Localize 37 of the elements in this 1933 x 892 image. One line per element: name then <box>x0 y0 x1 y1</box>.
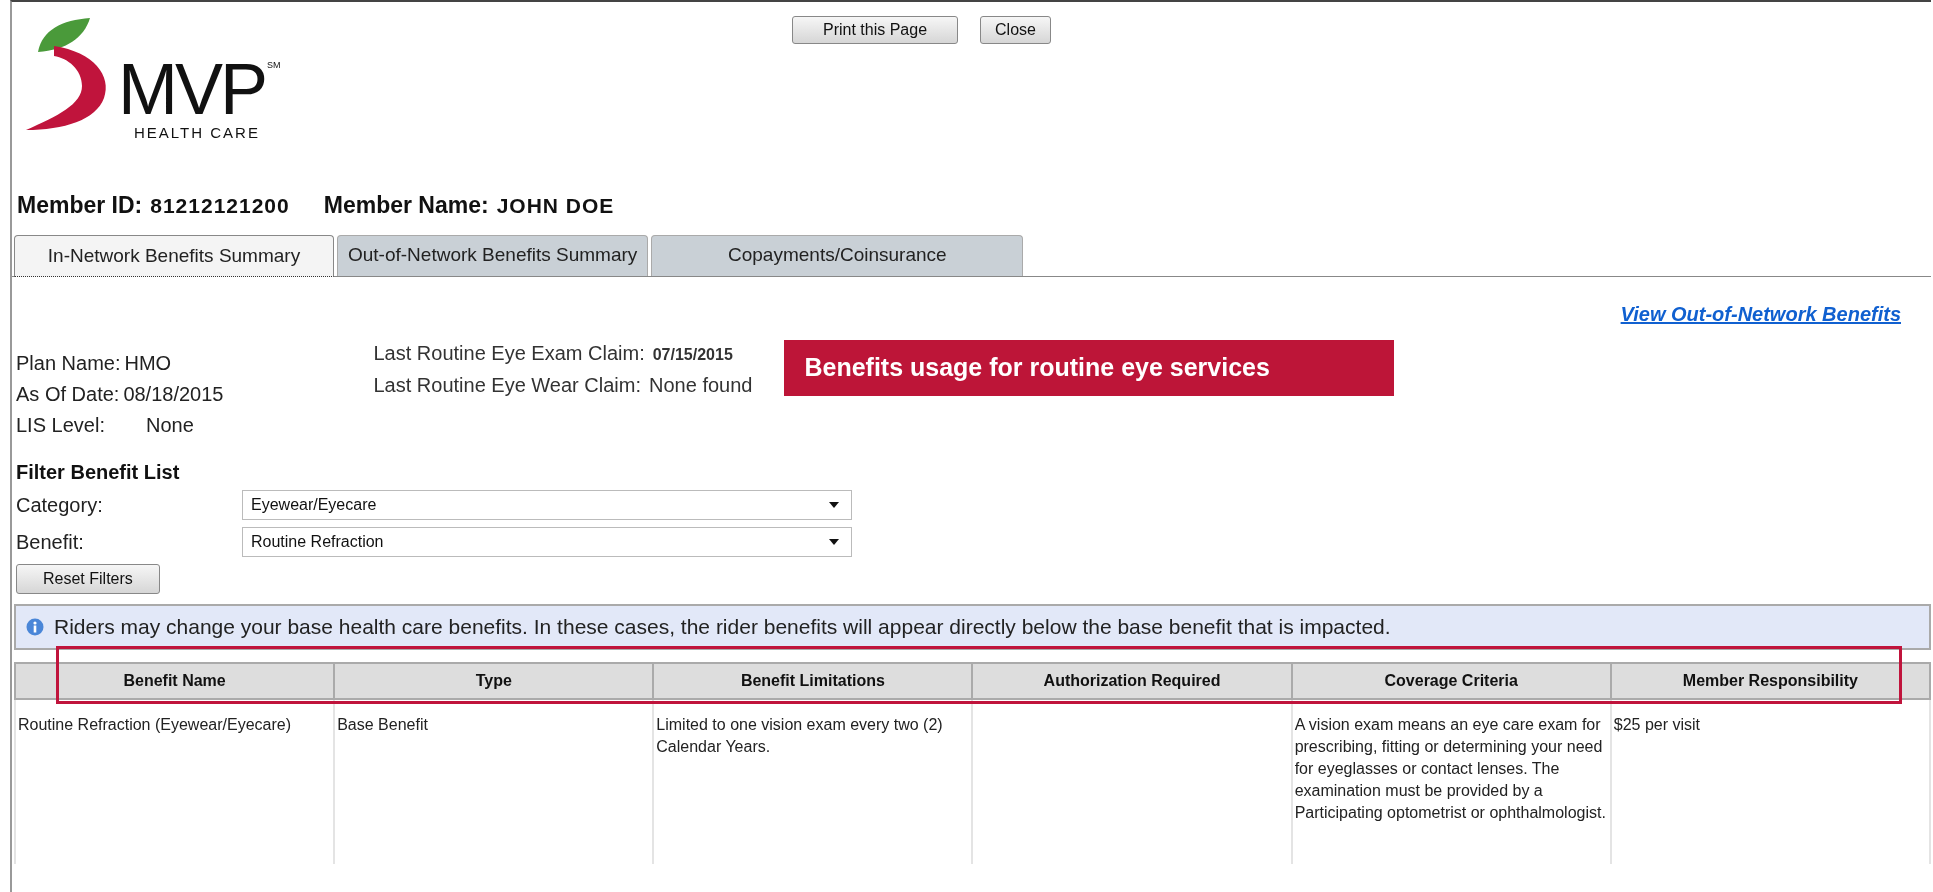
filter-label: Benefit: <box>16 530 85 554</box>
tab[interactable]: Out-of-Network Benefits Summary <box>337 235 649 276</box>
column-header: Coverage Criteria <box>1291 663 1611 699</box>
column-header: Authorization Required <box>972 663 1292 699</box>
member-id-label: Member ID: <box>17 192 143 219</box>
trademark-mark: SM <box>267 60 281 70</box>
column-header: Benefit Name <box>15 663 335 699</box>
plan-label: As Of Date: <box>16 382 120 407</box>
plan-value: HMO <box>124 352 172 374</box>
plan-value: None <box>146 414 194 436</box>
column-header: Type <box>334 663 654 699</box>
plan-value: 08/18/2015 <box>123 383 224 405</box>
claim-value: None found <box>649 374 753 396</box>
notice-text: Riders may change your base health care benefits. In these cases, the rider benefits will appear directly below the base benefit that is impacted. <box>54 615 1391 639</box>
tab[interactable]: In-Network Benefits Summary <box>14 235 334 277</box>
print-button[interactable]: Print this Page <box>792 16 959 44</box>
logo-tagline: HEALTH CARE <box>134 124 261 141</box>
claim-label: Last Routine Eye Wear Claim: <box>373 374 641 396</box>
reset-filters-button[interactable]: Reset Filters <box>16 564 160 594</box>
category-dropdown[interactable]: Eyewear/Eyecare <box>242 490 852 520</box>
claim-label: Last Routine Eye Exam Claim: <box>373 342 645 364</box>
plan-label: LIS Level: <box>16 413 106 438</box>
callout-banner: Benefits usage for routine eye services <box>784 340 1395 396</box>
view-out-of-network-link[interactable]: View Out-of-Network Benefits <box>1620 303 1901 326</box>
logo-wordmark: MVP <box>118 56 266 122</box>
tab[interactable]: Copayments/Coinsurance <box>651 235 1024 276</box>
filter-label: Category: <box>16 493 104 517</box>
filter-title: Filter Benefit List <box>16 461 181 484</box>
benefit-dropdown[interactable]: Routine Refraction <box>242 527 852 557</box>
close-button[interactable]: Close <box>980 16 1051 44</box>
plan-label: Plan Name: <box>16 351 121 376</box>
member-name-label: Member Name: <box>323 192 489 219</box>
column-header: Benefit Limitations <box>653 663 973 699</box>
member-id: 81212121200 <box>150 194 290 218</box>
member-name: JOHN DOE <box>496 194 615 218</box>
column-header: Member Responsibility <box>1610 663 1930 699</box>
claim-value: 07/15/2015 <box>652 346 733 363</box>
